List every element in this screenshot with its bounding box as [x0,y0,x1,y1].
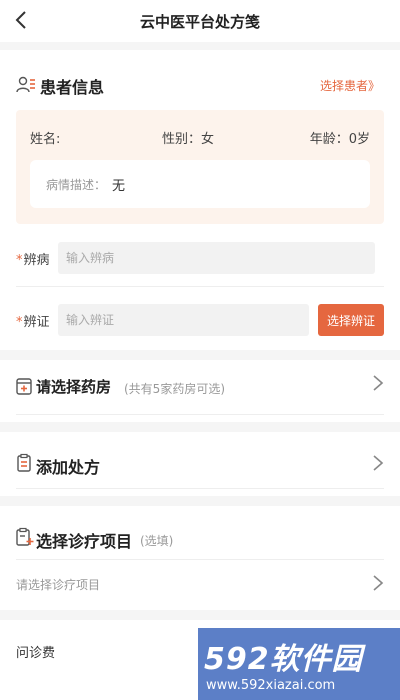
clipboard-plus-icon [16,527,34,546]
disease-input[interactable] [58,242,375,274]
select-syndrome-button[interactable]: 选择辨证 [318,304,384,336]
divider [16,488,384,489]
pharmacy-title: 请选择药房 [36,378,112,396]
divider [16,286,384,287]
page-title: 云中医平台处方笺 [139,13,260,31]
condition-description-label: 病情描述： [46,178,107,192]
pharmacy-box-icon [16,378,32,395]
watermark-url: www.592xiazai.com [206,678,336,693]
treatment-select-placeholder[interactable]: 请选择诊疗项目 [16,576,100,593]
syndrome-label: *辨证 [16,315,50,330]
required-mark: * [16,315,23,330]
chevron-right-icon[interactable] [372,374,384,392]
disease-label: *辨病 [16,253,50,268]
divider [16,414,384,415]
pharmacy-row[interactable]: 请选择药房 (共有5家药房可选) [0,360,400,422]
patient-gender: 性别：女 [162,132,215,147]
syndrome-input[interactable] [58,304,309,336]
condition-description-box: 病情描述： 无 [30,160,370,208]
watermark-brand: 592软件园 [204,642,363,677]
chevron-right-icon[interactable] [372,454,384,472]
patient-details-box: 姓名: 性别：女 年龄：0岁 病情描述： 无 [16,110,384,224]
pharmacy-count-note: (共有5家药房可选) [124,382,225,396]
user-list-icon [16,76,35,93]
divider [16,559,384,560]
treatment-optional-note: (选填) [140,534,174,548]
patient-age: 年龄：0岁 [309,132,370,147]
site-watermark: 592软件园 www.592xiazai.com [198,628,400,700]
select-patient-link[interactable]: 选择患者》 [320,77,380,94]
patient-section-title: 患者信息 [40,78,105,97]
required-mark: * [16,253,23,268]
clipboard-icon [17,453,31,472]
add-prescription-title: 添加处方 [36,458,101,477]
consultation-fee-label: 问诊费 [16,646,56,661]
patient-info-card: 患者信息 选择患者》 姓名: 性别：女 年龄：0岁 病情描述： 无 *辨病 *辨… [0,50,400,350]
top-navigation-bar: 云中医平台处方笺 [0,0,400,42]
condition-description-value: 无 [112,179,126,194]
treatment-items-card: 选择诊疗项目 (选填) 请选择诊疗项目 [0,506,400,610]
chevron-right-icon[interactable] [372,574,384,592]
patient-name: 姓名: [30,132,61,147]
treatment-title: 选择诊疗项目 [36,532,133,551]
add-prescription-row[interactable]: 添加处方 [0,432,400,496]
